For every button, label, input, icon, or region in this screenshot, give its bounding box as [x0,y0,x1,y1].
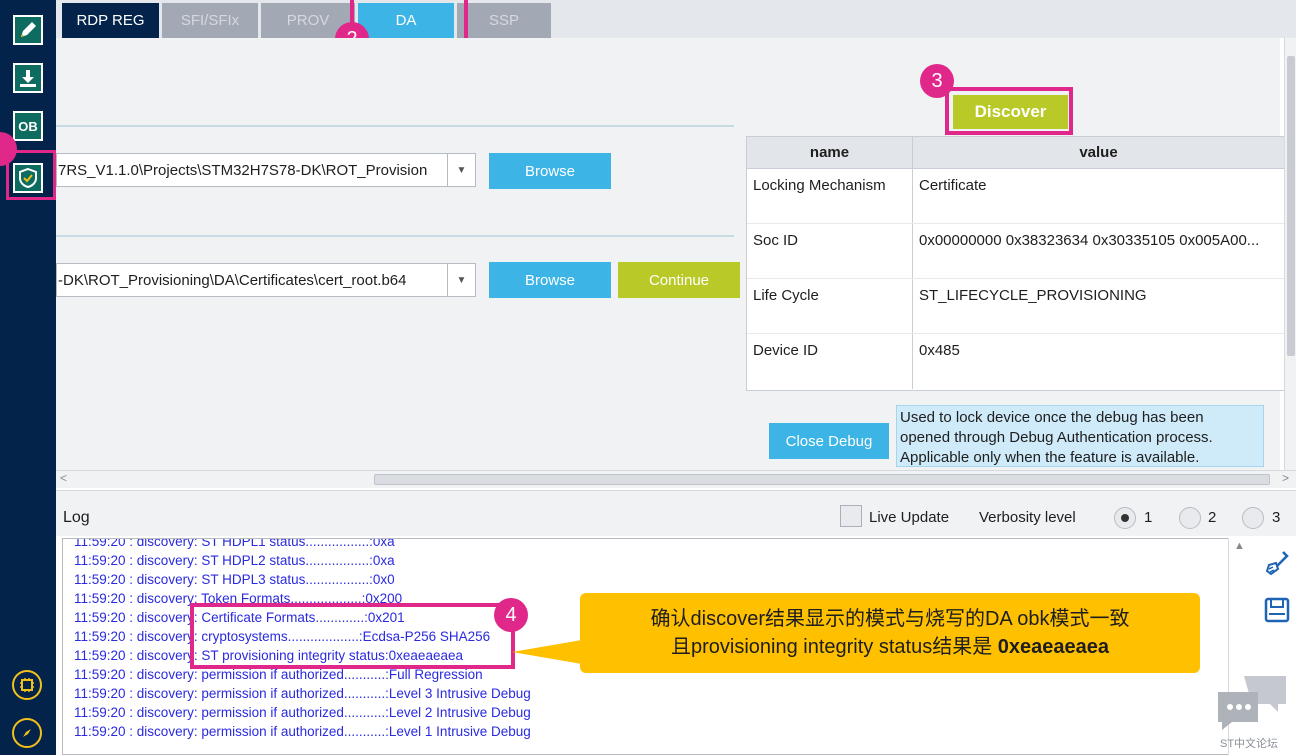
chevron-left-icon[interactable]: < [60,471,67,485]
scroll-thumb[interactable] [1287,56,1295,356]
row-name: Soc ID [747,224,913,278]
clear-log-icon[interactable] [1262,548,1292,578]
row-name: Device ID [747,334,913,389]
table-row: Soc ID 0x00000000 0x38323634 0x30335105 … [747,224,1284,279]
close-debug-tooltip: Used to lock device once the debug has b… [896,405,1264,467]
table-row: Device ID 0x485 [747,334,1284,389]
log-line: 11:59:20 : discovery: permission if auth… [74,705,531,720]
watermark-text: ST中文论坛 [1220,738,1279,750]
browse-cert-button[interactable]: Browse [489,262,611,298]
callout-line-2-bold: 0xeaeaeaea [997,636,1110,658]
panel-horizontal-scrollbar[interactable]: < > [56,470,1296,488]
sidebar-item-edit[interactable] [10,12,46,48]
row-value: 0x00000000 0x38323634 0x30335105 0x005A0… [919,232,1260,249]
row-name: Locking Mechanism [747,169,913,223]
scroll-thumb[interactable] [374,474,1270,485]
verbosity-label: Verbosity level [979,509,1076,526]
log-line: 11:59:20 : discovery: permission if auth… [74,686,531,701]
log-line: 11:59:20 : discovery: ST HDPL3 status...… [74,572,395,587]
sidebar-item-ob[interactable]: OB [10,108,46,144]
table-row: Life Cycle ST_LIFECYCLE_PROVISIONING [747,279,1284,334]
verbosity-radio-3-label: 3 [1272,509,1281,526]
callout-pointer [512,640,582,664]
table-row: Locking Mechanism Certificate [747,169,1284,224]
separator-1 [56,125,734,127]
separator-2 [56,235,734,237]
log-header: Log Live Update Verbosity level 1 2 3 [56,490,1296,536]
sidebar: OB [0,0,56,755]
discovery-table: name value Locking Mechanism Certificate… [746,136,1285,391]
browse-key-button[interactable]: Browse [489,153,611,189]
row-name: Life Cycle [747,279,913,333]
highlight-discover [945,87,1073,135]
cert-path-combo[interactable]: -DK\ROT_Provisioning\DA\Certificates\cer… [56,263,476,297]
annotation-callout: 确认discover结果显示的模式与烧写的DA obk模式一致 且provisi… [580,593,1200,673]
callout-line-1: 确认discover结果显示的模式与烧写的DA obk模式一致 [650,608,1130,630]
tab-ssp[interactable]: SSP [457,3,551,38]
log-line: 11:59:20 : discovery: ST HDPL1 status...… [74,538,395,549]
ob-label: OB [18,118,38,134]
verbosity-radio-1[interactable] [1114,507,1136,529]
chip-icon[interactable] [12,670,42,700]
live-update-label: Live Update [869,509,950,526]
callout-line-2-prefix: 且provisioning integrity status结果是 [670,636,998,658]
tab-rdp-reg[interactable]: RDP REG [62,3,159,38]
badge-4: 4 [494,598,528,632]
row-value: Certificate [919,177,987,194]
tab-bar: RDP REG SFI/SFIx PROV DA SSP [56,0,1296,38]
log-title: Log [63,509,90,526]
row-value: 0x485 [919,342,960,359]
verbosity-radio-2-label: 2 [1208,509,1217,526]
continue-button[interactable]: Continue [618,262,740,298]
panel-vertical-scrollbar[interactable] [1284,38,1296,470]
table-header: name value [747,137,1284,169]
compass-icon[interactable] [12,718,42,748]
sidebar-item-download[interactable] [10,60,46,96]
chevron-down-icon[interactable]: ▼ [447,264,475,296]
verbosity-radio-3[interactable] [1242,507,1264,529]
badge-3: 3 [920,64,954,98]
chevron-up-icon[interactable]: ▲ [1234,540,1245,552]
save-log-icon[interactable] [1262,595,1292,625]
key-path-combo[interactable]: 7RS_V1.1.0\Projects\STM32H7S78-DK\ROT_Pr… [56,153,476,187]
download-icon [13,63,43,93]
chevron-right-icon[interactable]: > [1282,471,1289,485]
log-line: 11:59:20 : discovery: permission if auth… [74,724,531,739]
callout-line-2: 且provisioning integrity status结果是 0xeaea… [671,633,1109,661]
close-debug-button[interactable]: Close Debug [769,423,889,459]
chevron-down-icon[interactable]: ▼ [447,154,475,186]
highlight-log-lines [190,603,515,669]
verbosity-radio-2[interactable] [1179,507,1201,529]
live-update-checkbox[interactable] [840,505,862,527]
header-name: name [747,137,913,168]
ob-icon: OB [13,111,43,141]
tab-sfi[interactable]: SFI/SFIx [162,3,258,38]
key-path-value: 7RS_V1.1.0\Projects\STM32H7S78-DK\ROT_Pr… [58,161,428,179]
header-value: value [1079,144,1118,161]
log-line: 11:59:20 : discovery: ST HDPL2 status...… [74,553,395,568]
cert-path-value: -DK\ROT_Provisioning\DA\Certificates\cer… [58,271,407,289]
tooltip-line: Used to lock device once the debug has b… [900,409,1204,426]
tooltip-line: Applicable only when the feature is avai… [900,449,1200,466]
pencil-icon [13,15,43,45]
row-value: ST_LIFECYCLE_PROVISIONING [919,287,1147,304]
tooltip-line: opened through Debug Authentication proc… [900,429,1213,446]
verbosity-radio-1-label: 1 [1144,509,1153,526]
